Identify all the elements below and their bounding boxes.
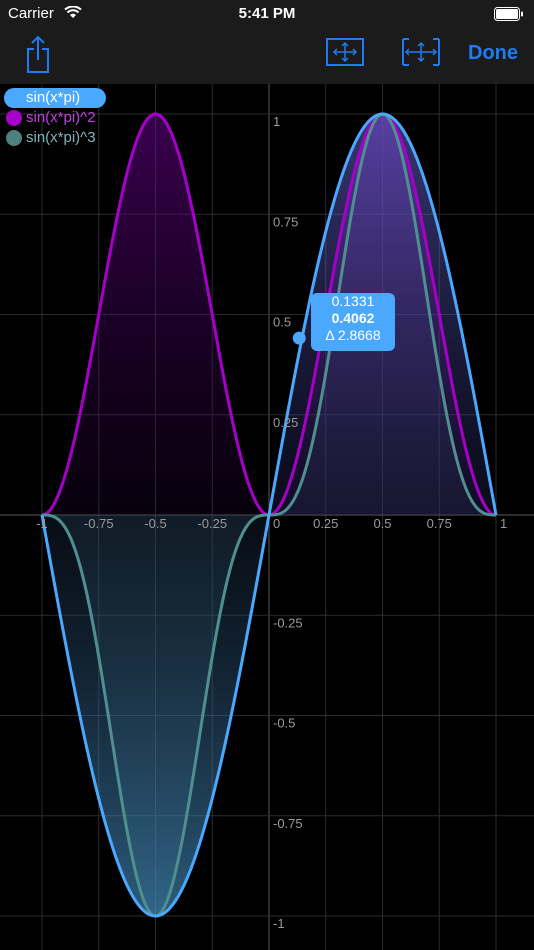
toolbar: Done bbox=[0, 28, 534, 84]
y-tick-label: 1 bbox=[273, 114, 280, 129]
status-bar: Carrier 5:41 PM bbox=[0, 0, 534, 28]
y-tick-label: 0.75 bbox=[273, 214, 298, 229]
y-tick-label: 0.5 bbox=[273, 315, 291, 330]
fit-all-icon[interactable] bbox=[326, 38, 364, 66]
y-tick-label: -0.25 bbox=[273, 615, 303, 630]
legend-label: sin(x*pi)^3 bbox=[26, 129, 96, 146]
y-tick-label: -1 bbox=[273, 916, 285, 931]
battery-icon bbox=[494, 7, 523, 21]
y-tick-label: 0.25 bbox=[273, 415, 298, 430]
legend-label: sin(x*pi)^2 bbox=[26, 109, 96, 126]
x-tick-label: -0.25 bbox=[197, 516, 227, 531]
x-tick-label: 0 bbox=[273, 516, 280, 531]
trace-tooltip: 0.1331 0.4062 Δ 2.8668 bbox=[311, 293, 395, 351]
status-time: 5:41 PM bbox=[238, 5, 296, 22]
trace-marker-group[interactable] bbox=[292, 331, 306, 345]
legend-label: sin(x*pi) bbox=[26, 89, 81, 106]
graph-plot[interactable]: -1.25-1-0.75-0.5-0.2500.250.50.75110.750… bbox=[0, 84, 534, 950]
y-tick-label: -0.5 bbox=[273, 716, 295, 731]
x-tick-label: 1 bbox=[500, 516, 507, 531]
trace-marker[interactable] bbox=[292, 331, 306, 345]
x-tick-label: -0.75 bbox=[84, 516, 114, 531]
tooltip-delta-value: Δ 2.8668 bbox=[325, 327, 381, 343]
legend-swatch bbox=[6, 130, 22, 146]
fit-horizontal-icon[interactable] bbox=[402, 38, 440, 66]
x-tick-label: -0.5 bbox=[144, 516, 166, 531]
x-tick-label: 0.5 bbox=[373, 516, 391, 531]
legend-swatch bbox=[6, 110, 22, 126]
tooltip-y-value: 0.4062 bbox=[331, 310, 375, 326]
share-icon[interactable] bbox=[24, 34, 52, 74]
x-tick-label: 0.75 bbox=[427, 516, 452, 531]
y-tick-label: -0.75 bbox=[273, 816, 303, 831]
x-tick-label: -1 bbox=[36, 516, 48, 531]
tooltip-x-value: 0.1331 bbox=[331, 293, 375, 309]
done-button[interactable]: Done bbox=[468, 42, 518, 65]
x-tick-label: 0.25 bbox=[313, 516, 338, 531]
